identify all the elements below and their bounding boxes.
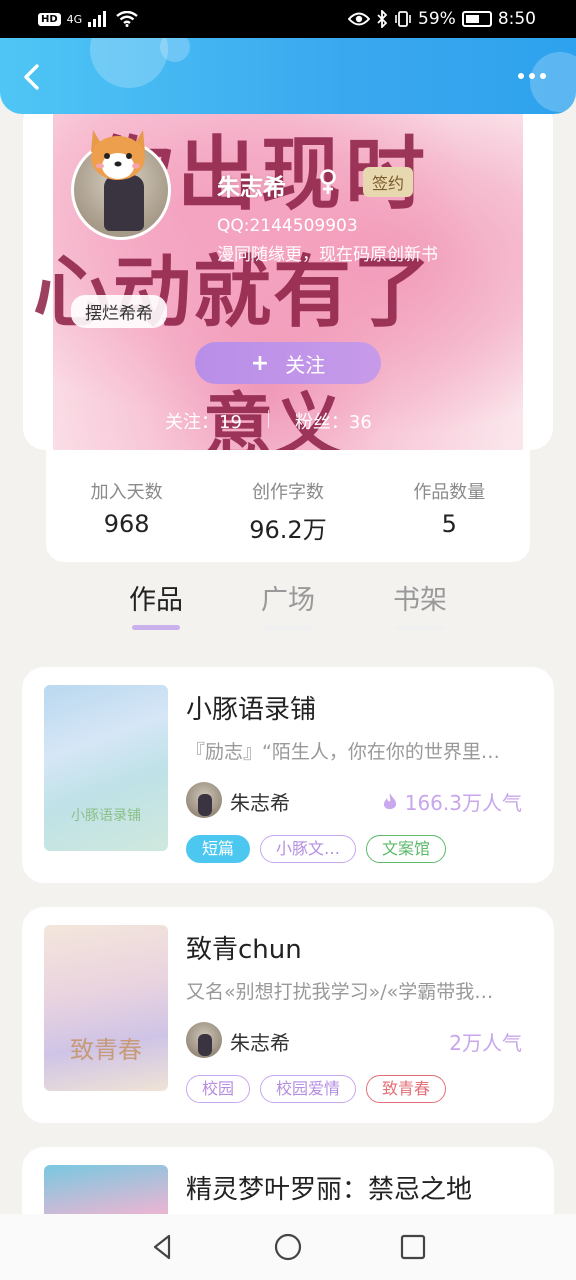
book-cover[interactable]: 小豚语录铺 bbox=[44, 685, 168, 851]
wifi-icon bbox=[116, 11, 138, 27]
status-left: HD 4G bbox=[38, 11, 138, 27]
tag-list: 短篇 小豚文… 文案馆 bbox=[186, 835, 447, 863]
back-chevron-icon bbox=[24, 64, 39, 90]
tab-bar: 作品 广场 书架 bbox=[0, 570, 576, 634]
more-dot bbox=[540, 73, 546, 79]
tag[interactable]: 校园爱情 bbox=[260, 1075, 357, 1103]
tab-label: 广场 bbox=[261, 585, 315, 616]
plus-icon: + bbox=[250, 350, 270, 376]
book-title: 小豚语录铺 bbox=[186, 695, 317, 725]
eye-icon bbox=[348, 12, 371, 26]
book-description: 又名«别想打扰我学习»/«学霸带我… bbox=[186, 981, 494, 1003]
cover-title: 小豚语录铺 bbox=[71, 808, 141, 824]
stat-value: 5 bbox=[441, 510, 457, 538]
user-name: 朱志希 bbox=[217, 175, 286, 201]
status-right: 59% 8:50 bbox=[348, 9, 536, 29]
user-bio: 漫同随缘更，现在码原创新书 bbox=[217, 245, 438, 265]
signal-icon bbox=[88, 11, 107, 27]
decor-bubble bbox=[90, 38, 168, 88]
nickname-badge: 摆烂希希 bbox=[71, 295, 167, 328]
book-title: 致青chun bbox=[186, 935, 302, 965]
author-name: 朱志希 bbox=[230, 791, 290, 815]
book-card[interactable]: 致青春 致青chun 又名«别想打扰我学习»/«学霸带我… 朱志希 2万人气 校… bbox=[22, 907, 554, 1123]
tab-works[interactable]: 作品 bbox=[129, 570, 183, 634]
stat-value: 968 bbox=[103, 510, 150, 538]
divider bbox=[267, 410, 269, 428]
vibrate-icon bbox=[395, 11, 411, 27]
book-card[interactable]: 小豚语录铺 小豚语录铺 『励志』“陌生人，你在你的世界里… 朱志希 166.3万… bbox=[22, 667, 554, 883]
more-button[interactable] bbox=[518, 66, 554, 86]
book-cover[interactable]: 致青春 bbox=[44, 925, 168, 1091]
top-app-bar bbox=[0, 38, 576, 114]
tab-square[interactable]: 广场 bbox=[261, 570, 315, 634]
fans-count[interactable]: 粉丝：36 bbox=[295, 408, 372, 434]
corgi-avatar-frame-icon bbox=[91, 130, 145, 180]
popularity: 166.3万人气 bbox=[381, 787, 522, 816]
stat-works-count: 作品数量 5 bbox=[384, 478, 514, 562]
hd-badge: HD bbox=[38, 12, 61, 26]
female-icon bbox=[320, 169, 336, 194]
profile-card: 你出现时 心动就有了 意义 摆烂希希 朱志希 签约 QQ:2144509903 … bbox=[23, 100, 553, 450]
status-bar: HD 4G 59% 8:50 bbox=[0, 0, 576, 38]
book-title: 精灵梦叶罗丽：禁忌之地 bbox=[186, 1175, 473, 1205]
tab-indicator bbox=[396, 625, 444, 630]
popularity-value: 166.3万人气 bbox=[404, 791, 522, 815]
battery-percent: 59% bbox=[418, 9, 456, 29]
decor-bubble bbox=[160, 38, 190, 62]
network-type: 4G bbox=[66, 12, 83, 26]
stat-label: 创作字数 bbox=[251, 482, 324, 503]
stats-card: 加入天数 968 创作字数 96.2万 作品数量 5 bbox=[46, 450, 530, 562]
follow-counts: 关注：19 粉丝：36 bbox=[165, 408, 372, 434]
battery-icon bbox=[461, 11, 492, 27]
tag[interactable]: 文案馆 bbox=[366, 835, 447, 863]
tab-indicator bbox=[264, 625, 312, 630]
tab-active-indicator bbox=[132, 625, 180, 630]
author-name: 朱志希 bbox=[230, 1031, 290, 1055]
tab-label: 书架 bbox=[393, 585, 447, 616]
bluetooth-icon bbox=[377, 10, 388, 28]
author-avatar bbox=[186, 782, 222, 818]
tag[interactable]: 致青春 bbox=[366, 1075, 447, 1103]
home-circle-icon[interactable] bbox=[272, 1231, 304, 1263]
cover-title: 致青春 bbox=[70, 1036, 142, 1064]
flame-icon bbox=[383, 792, 396, 809]
tag[interactable]: 校园 bbox=[186, 1075, 251, 1103]
signed-author-badge: 签约 bbox=[363, 167, 414, 197]
stat-word-count: 创作字数 96.2万 bbox=[223, 478, 353, 562]
qq-number: QQ:2144509903 bbox=[217, 216, 358, 236]
more-dots-icon bbox=[518, 73, 524, 79]
popularity: 2万人气 bbox=[449, 1027, 522, 1056]
stat-label: 加入天数 bbox=[90, 482, 163, 503]
following-count[interactable]: 关注：19 bbox=[165, 408, 242, 434]
tab-bookshelf[interactable]: 书架 bbox=[393, 570, 447, 634]
follow-label: 关注 bbox=[285, 352, 326, 377]
battery-fill bbox=[465, 15, 479, 23]
tag[interactable]: 短篇 bbox=[186, 835, 251, 863]
recents-square-icon[interactable] bbox=[397, 1231, 429, 1263]
follow-button[interactable]: + 关注 bbox=[195, 342, 381, 384]
more-dot bbox=[529, 73, 535, 79]
system-nav-bar bbox=[0, 1214, 576, 1280]
clock: 8:50 bbox=[497, 9, 536, 29]
tab-label: 作品 bbox=[129, 585, 183, 616]
popularity-value: 2万人气 bbox=[449, 1031, 522, 1055]
stat-label: 作品数量 bbox=[413, 482, 486, 503]
back-triangle-icon[interactable] bbox=[147, 1231, 179, 1263]
back-button[interactable] bbox=[16, 60, 50, 94]
book-description: 『励志』“陌生人，你在你的世界里… bbox=[186, 741, 500, 763]
tag-list: 校园 校园爱情 致青春 bbox=[186, 1075, 447, 1103]
stat-value: 96.2万 bbox=[249, 516, 327, 544]
author-avatar bbox=[186, 1022, 222, 1058]
stat-join-days: 加入天数 968 bbox=[62, 478, 192, 562]
tag[interactable]: 小豚文… bbox=[260, 835, 357, 863]
